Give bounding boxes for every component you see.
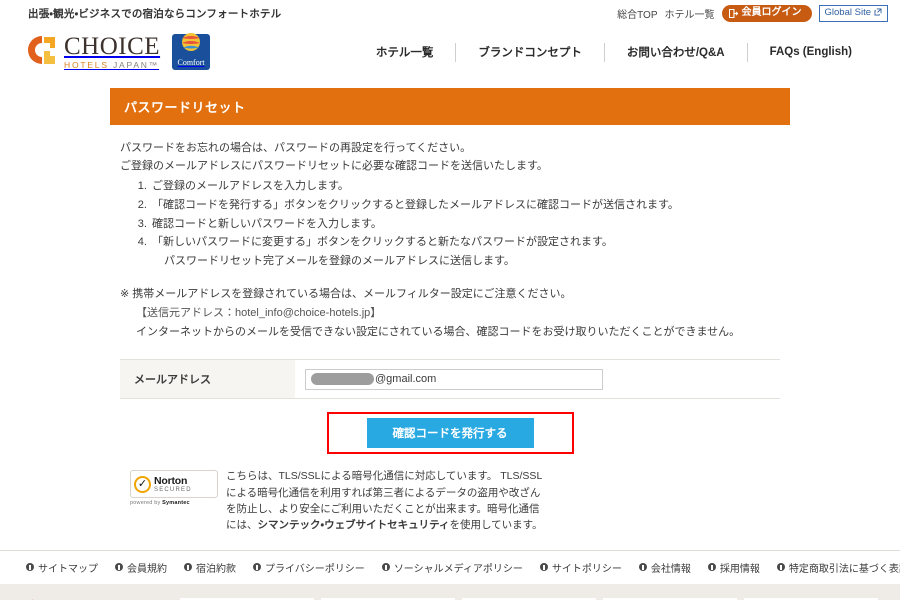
member-login-button[interactable]: 会員ログイン [721, 4, 812, 22]
main-navigation: ホテル一覧 ブランドコンセプト お問い合わせ/Q&A FAQs (English… [354, 42, 874, 62]
issue-verification-code-button[interactable]: 確認コードを発行する [366, 418, 534, 449]
email-field-label: メールアドレス [120, 360, 295, 399]
norton-brand-label: Norton [154, 475, 188, 488]
page-root: 出張・観光・ビジネスでの宿泊ならコンフォートホテル 総合TOP ホテル一覧 会員… [0, 0, 900, 600]
norton-secured-seal[interactable]: ✓ Norton SECURED powered by Symantec [130, 468, 218, 506]
site-header: CHOICE HOTELS JAPAN™ Comfort ホテル一覧 ブランドコ… [0, 26, 900, 78]
utility-bar: 出張・観光・ビジネスでの宿泊ならコンフォートホテル 総合TOP ホテル一覧 会員… [0, 0, 900, 26]
email-field-cell: @gmail.com [295, 360, 780, 398]
footer-link-sitemap[interactable]: サイトマップ [26, 560, 98, 575]
arrow-bullet-icon [184, 563, 192, 571]
email-domain-text: @gmail.com [375, 373, 437, 386]
symantec-brand-label: Symantec [162, 500, 190, 507]
main-content: パスワードリセット パスワードをお忘れの場合は、パスワードの再設定を行ってくださ… [0, 88, 900, 600]
arrow-bullet-icon [776, 563, 785, 571]
email-input[interactable]: @gmail.com [305, 368, 603, 390]
global-site-label: Global Site [824, 7, 871, 19]
step-list: ご登録のメールアドレスを入力します。 「確認コードを発行する」ボタンをクリックす… [120, 177, 780, 252]
footer-link-label: サイトマップ [38, 563, 98, 575]
choice-hotels-logo[interactable]: CHOICE HOTELS JAPAN™ [28, 34, 160, 71]
choice-logo-japan: JAPAN™ [112, 60, 160, 71]
nav-brand-concept[interactable]: ブランドコンセプト [456, 44, 604, 60]
footer-link-company-info[interactable]: 会社情報 [638, 560, 691, 575]
step-item: ご登録のメールアドレスを入力します。 [150, 177, 780, 196]
submit-area: 確認コードを発行する [120, 412, 780, 455]
footer-link-label: ソーシャルメディアポリシー [393, 563, 523, 575]
page-title: パスワードリセット [110, 88, 790, 125]
login-icon [728, 8, 738, 18]
utility-links: 総合TOP ホテル一覧 会員ログイン Global Site [617, 4, 888, 22]
step-item: 確認コードと新しいパスワードを入力します。 [150, 215, 780, 234]
footer-link-privacy-policy[interactable]: プライバシーポリシー [253, 560, 365, 575]
filter-note: ※ 携帯メールアドレスを登録されている場合は、メールフィルター設定にご注意くださ… [120, 285, 780, 342]
footer-link-accommodation-terms[interactable]: 宿泊約款 [184, 560, 236, 575]
brand-area: CHOICE HOTELS JAPAN™ Comfort [28, 32, 211, 71]
lead-line-1: パスワードをお忘れの場合は、パスワードの再設定を行ってください。 [120, 142, 472, 154]
footer-link-social-media-policy[interactable]: ソーシャルメディアポリシー [381, 560, 523, 575]
site-tagline: 出張・観光・ビジネスでの宿泊ならコンフォートホテル [28, 7, 282, 20]
norton-powered-by: powered by Symantec [130, 500, 218, 506]
utility-link-hotel-list[interactable]: ホテル一覧 [665, 6, 715, 21]
site-footer: CHOICE HOTELS JAPAN™ 株式会社チョイスホテルズジャパンは C… [0, 583, 900, 600]
choice-logo-mark [28, 34, 58, 71]
nav-hotel-list[interactable]: ホテル一覧 [354, 44, 456, 60]
norton-seal-badge: ✓ Norton SECURED [130, 470, 218, 499]
powered-by-prefix: powered by [130, 500, 163, 507]
global-site-button[interactable]: Global Site [818, 4, 888, 22]
arrow-bullet-icon [26, 563, 34, 571]
note-line-3: インターネットからのメールを受信できない設定にされている場合、確認コードをお受け… [136, 325, 741, 338]
footer-link-label: サイトポリシー [551, 563, 622, 575]
password-reset-panel: パスワードリセット パスワードをお忘れの場合は、パスワードの再設定を行ってくださ… [110, 88, 790, 534]
nav-faqs-english[interactable]: FAQs (English) [748, 46, 874, 58]
security-seal-row: ✓ Norton SECURED powered by Symantec こちら… [120, 468, 780, 533]
note-sender-address: 【送信元アドレス：hotel_info@choice-hotels.jp】 [136, 306, 382, 319]
step-item: 「確認コードを発行する」ボタンをクリックすると登録したメールアドレスに確認コード… [150, 196, 780, 215]
external-link-icon [874, 8, 882, 19]
step-substep: パスワードリセット完了メールを登録のメールアドレスに送信します。 [164, 255, 515, 268]
arrow-bullet-icon [115, 563, 123, 571]
ssl-description: こちらは、TLS/SSLによる暗号化通信に対応しています。 TLS/SSLによる… [226, 468, 544, 533]
arrow-bullet-icon [381, 563, 390, 571]
footer-link-label: 採用情報 [719, 563, 760, 575]
comfort-sun-icon [176, 32, 206, 59]
norton-secured-label: SECURED [154, 486, 192, 493]
comfort-brand-logo[interactable]: Comfort [172, 32, 211, 70]
footer-link-label: 会員規約 [127, 563, 167, 575]
footer-link-label: 特定商取引法に基づく表記 [788, 563, 900, 575]
submit-highlight-box: 確認コードを発行する [326, 412, 574, 455]
redacted-email-local-part [311, 373, 374, 386]
step-item: 「新しいパスワードに変更する」ボタンをクリックすると新たなパスワードが設定されま… [150, 233, 780, 252]
arrow-bullet-icon [638, 563, 647, 571]
choice-logo-subtitle: HOTELS JAPAN™ [64, 61, 160, 70]
member-login-label: 会員ログイン [741, 7, 802, 18]
arrow-bullet-icon [539, 563, 548, 571]
footer-link-label: 宿泊約款 [196, 563, 236, 575]
lead-line-2: ご登録のメールアドレスにパスワードリセットに必要な確認コードを送信いたします。 [120, 160, 548, 173]
email-form-row: メールアドレス @gmail.com [120, 359, 780, 400]
footer-link-recruit[interactable]: 採用情報 [707, 560, 760, 575]
ssl-text-part-2: を使用しています。 [449, 519, 543, 532]
footer-link-commercial-transactions[interactable]: 特定商取引法に基づく表記 [776, 560, 900, 575]
norton-seal-text: Norton SECURED [154, 476, 192, 493]
choice-logo-word: CHOICE [64, 33, 161, 61]
nav-contact-qa[interactable]: お問い合わせ/Q&A [605, 44, 747, 60]
footer-link-row: サイトマップ 会員規約 宿泊約款 プライバシーポリシー ソーシャルメディアポリシ… [0, 549, 900, 584]
ssl-text-bold: シマンテック・ウェブサイトセキュリティ [257, 519, 450, 532]
choice-logo-text: CHOICE HOTELS JAPAN™ [64, 34, 160, 70]
note-line-1: ※ 携帯メールアドレスを登録されている場合は、メールフィルター設定にご注意くださ… [120, 287, 572, 300]
footer-link-label: 会社情報 [650, 563, 691, 575]
checkmark-icon: ✓ [134, 475, 151, 493]
utility-link-top[interactable]: 総合TOP [617, 6, 657, 21]
choice-logo-hotels: HOTELS [64, 60, 113, 71]
arrow-bullet-icon [707, 563, 716, 571]
footer-link-member-terms[interactable]: 会員規約 [115, 560, 167, 575]
panel-body: パスワードをお忘れの場合は、パスワードの再設定を行ってください。 ご登録のメール… [110, 125, 790, 534]
footer-link-label: プライバシーポリシー [265, 563, 365, 575]
arrow-bullet-icon [253, 563, 261, 571]
comfort-logo-word: Comfort [177, 58, 205, 67]
footer-link-site-policy[interactable]: サイトポリシー [539, 560, 622, 575]
